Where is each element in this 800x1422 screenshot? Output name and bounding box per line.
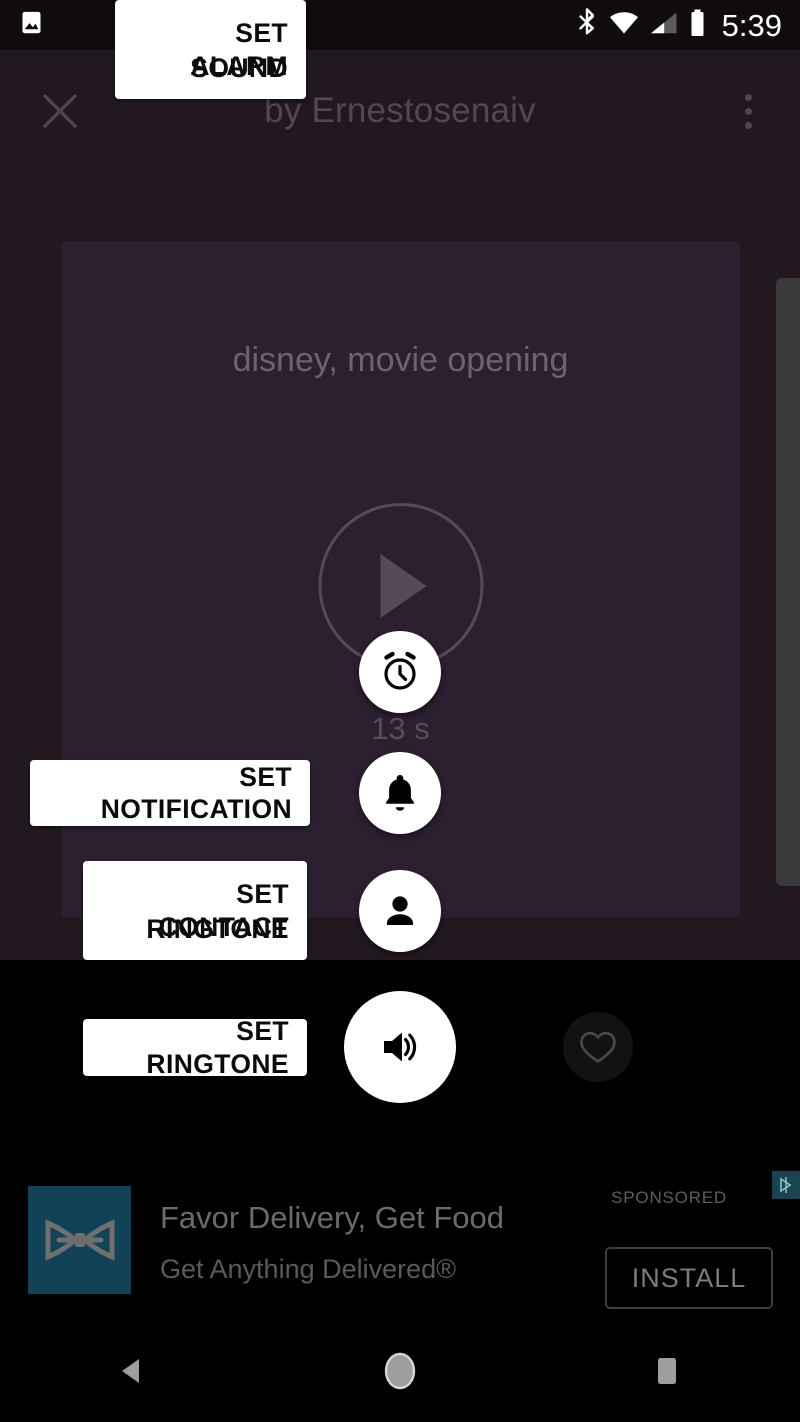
set-contact-ringtone-label-line2: RINGTONE	[146, 914, 289, 944]
set-contact-ringtone-button[interactable]: SET CONTACT RINGTONE	[83, 861, 307, 960]
set-ringtone-fab[interactable]	[344, 991, 456, 1103]
battery-icon	[689, 9, 706, 42]
overflow-dot	[744, 93, 752, 101]
overflow-dot	[744, 121, 752, 129]
nav-home-button[interactable]	[355, 1336, 445, 1406]
nav-recents-button[interactable]	[622, 1336, 712, 1406]
volume-up-icon	[384, 1032, 417, 1062]
ad-title: Favor Delivery, Get Food	[160, 1200, 504, 1235]
bluetooth-icon	[576, 7, 598, 43]
overflow-dot	[744, 107, 752, 115]
ad-install-button[interactable]: INSTALL	[605, 1247, 773, 1309]
cellular-signal-icon	[650, 11, 678, 40]
status-bar-right: 5:39	[576, 7, 782, 43]
play-icon	[380, 553, 427, 618]
recents-square-icon	[657, 1358, 676, 1384]
set-alarm-sound-fab[interactable]	[359, 631, 441, 713]
ad-banner[interactable]: Favor Delivery, Get Food Get Anything De…	[0, 1162, 800, 1320]
status-bar-left	[18, 9, 45, 41]
status-bar-clock: 5:39	[721, 7, 782, 43]
duration-label: 13 s	[371, 711, 430, 746]
bell-icon	[386, 775, 414, 811]
wifi-icon	[609, 11, 639, 40]
image-icon	[18, 9, 45, 41]
ad-subtitle: Get Anything Delivered®	[160, 1254, 457, 1284]
sound-title: disney, movie opening	[232, 341, 569, 379]
set-notification-button[interactable]: SET NOTIFICATION	[30, 760, 310, 826]
bowtie-icon	[45, 1219, 114, 1261]
set-notification-label: SET NOTIFICATION	[100, 761, 292, 824]
alarm-clock-icon	[384, 651, 416, 690]
home-circle-icon	[384, 1352, 416, 1390]
phone-screen: 5:39 by Ernestosenaiv disney, movie open…	[0, 0, 800, 1422]
set-alarm-sound-label-line2: SOUND	[190, 53, 288, 83]
ad-sponsored-label: SPONSORED	[611, 1188, 727, 1207]
favorite-button[interactable]	[563, 1012, 633, 1082]
ad-app-icon	[28, 1186, 131, 1294]
set-alarm-sound-button[interactable]: SET ALARM SOUND	[115, 0, 306, 99]
nav-back-button[interactable]	[88, 1336, 178, 1406]
set-ringtone-label: SET RINGTONE	[146, 1016, 289, 1079]
set-ringtone-button[interactable]: SET RINGTONE	[83, 1016, 307, 1079]
set-notification-fab[interactable]	[359, 752, 441, 834]
back-triangle-icon	[122, 1359, 140, 1383]
adchoices-icon[interactable]	[772, 1171, 800, 1199]
navigation-bar	[0, 1320, 800, 1422]
next-card-peek[interactable]	[776, 278, 800, 886]
heart-outline-icon	[580, 1031, 616, 1064]
overflow-menu-icon[interactable]	[728, 84, 768, 138]
person-icon	[387, 896, 413, 925]
set-contact-ringtone-fab[interactable]	[359, 870, 441, 952]
